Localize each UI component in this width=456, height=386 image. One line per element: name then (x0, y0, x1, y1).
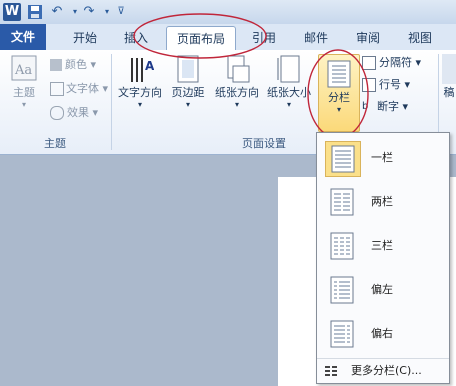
three-columns-icon (325, 229, 359, 263)
more-columns-icon (325, 365, 337, 377)
left-column-icon (325, 273, 359, 307)
left-column-label: 偏左 (371, 283, 393, 296)
right-column-icon (325, 317, 359, 351)
columns-dropdown-menu: 一栏 两栏 三栏 偏左 偏右 更多分栏(C)... (316, 132, 450, 384)
menu-item-two-columns[interactable]: 两栏 (317, 181, 449, 223)
one-column-label: 一栏 (371, 151, 393, 164)
menu-item-one-column[interactable]: 一栏 (317, 137, 449, 179)
more-columns-button[interactable]: 更多分栏(C)... (317, 358, 449, 383)
three-columns-label: 三栏 (371, 239, 393, 252)
right-column-label: 偏右 (371, 327, 393, 340)
menu-item-left[interactable]: 偏左 (317, 269, 449, 311)
columns-highlight-oval (307, 49, 369, 139)
two-columns-icon (325, 185, 359, 219)
menu-item-three-columns[interactable]: 三栏 (317, 225, 449, 267)
one-column-icon (325, 141, 361, 177)
two-columns-label: 两栏 (371, 195, 393, 208)
more-columns-label: 更多分栏(C)... (351, 364, 422, 377)
tab-highlight-oval (133, 13, 267, 59)
menu-item-right[interactable]: 偏右 (317, 313, 449, 355)
